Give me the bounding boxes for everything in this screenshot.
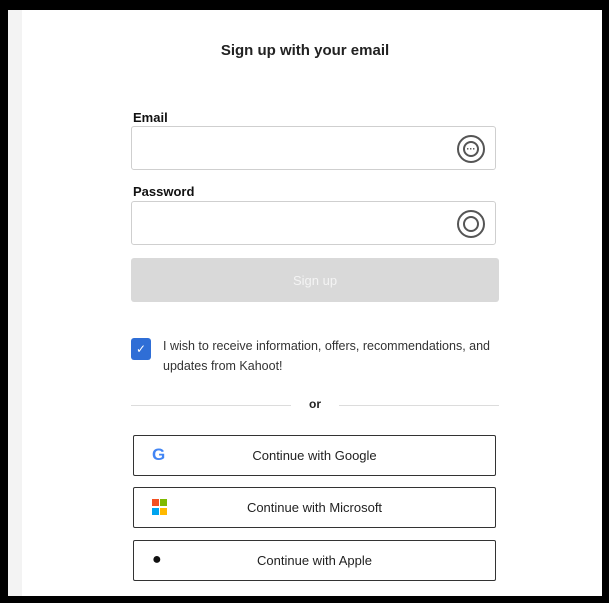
google-button-label: Continue with Google	[252, 448, 377, 463]
page-title: Sign up with your email	[220, 42, 390, 59]
apple-button-label: Continue with Apple	[257, 553, 372, 568]
autofill-icon[interactable]: ···	[457, 135, 485, 163]
email-field[interactable]	[132, 127, 452, 169]
left-gutter	[8, 10, 22, 596]
divider-text: or	[309, 397, 321, 411]
password-label: Password	[133, 184, 195, 199]
consent-label: I wish to receive information, offers, r…	[163, 339, 491, 373]
microsoft-button-label: Continue with Microsoft	[246, 500, 383, 515]
fingerprint-icon[interactable]	[457, 210, 485, 238]
password-field[interactable]	[132, 202, 452, 244]
divider-line-right	[339, 405, 499, 406]
sign-up-button[interactable]: Sign up	[131, 258, 499, 302]
signup-dialog: Sign up with your email Email ··· Passwo…	[8, 10, 602, 596]
password-field-container	[131, 201, 496, 245]
email-field-container: ···	[131, 126, 496, 170]
consent-checkbox[interactable]: ✓	[131, 338, 151, 360]
email-label: Email	[133, 110, 168, 125]
continue-with-google-button[interactable]: G Continue with Google	[133, 435, 496, 476]
continue-with-apple-button[interactable]: ● Continue with Apple	[133, 540, 496, 581]
continue-with-microsoft-button[interactable]: Continue with Microsoft	[133, 487, 496, 528]
or-divider: or	[131, 397, 499, 412]
